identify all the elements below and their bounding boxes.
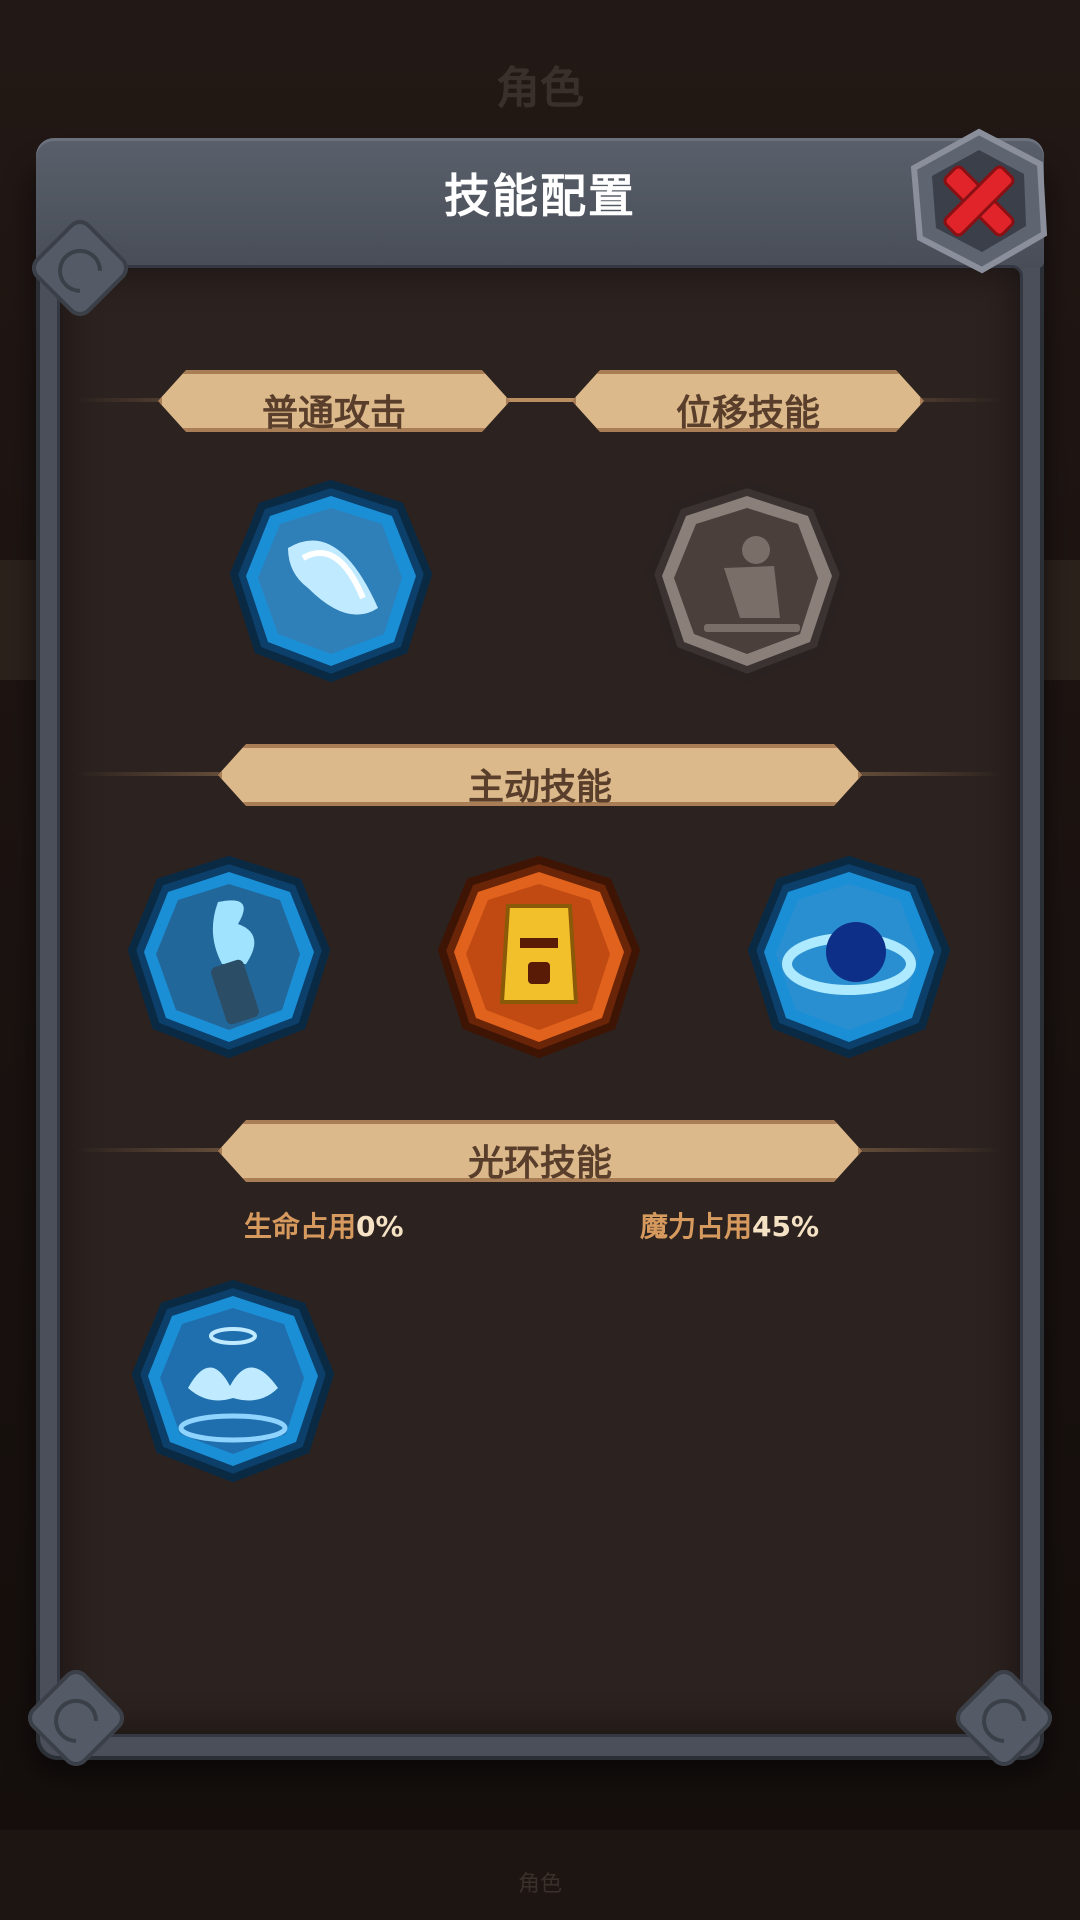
hp-usage-label: 生命占用 [244,1210,357,1243]
hp-usage-value: 0% [356,1210,404,1243]
golden-guardian-icon [437,855,641,1059]
vortex-orb-icon [747,855,951,1059]
active-skill-slot-1[interactable] [126,854,332,1060]
movement-skill-label: 位移技能 [675,393,820,434]
ice-bolt-icon [229,479,433,683]
active-skills-label: 主动技能 [467,767,612,808]
active-skill-slot-3[interactable] [746,854,952,1060]
active-skills-banner: 主动技能 [218,744,862,806]
background-title: 角色 [496,63,584,114]
close-icon [910,128,1048,274]
active-skill-slot-2[interactable] [436,854,642,1060]
background-tab-bar: 角色 [0,1830,1080,1920]
dialog-header: 技能配置 [36,138,1044,268]
movement-skill-banner: 位移技能 [572,370,924,432]
background-right-arrow-icon [1040,560,1080,680]
close-button[interactable] [904,126,1054,276]
dash-silhouette-icon [645,479,849,683]
basic-attack-banner: 普通攻击 [158,370,510,432]
hp-usage-stat: 生命占用0% [244,1205,404,1245]
mp-usage-label: 魔力占用 [640,1210,753,1243]
spirit-aura-icon [131,1279,335,1483]
basic-attack-skill-slot[interactable] [228,478,434,684]
mp-usage-value: 45% [752,1210,820,1243]
aura-skill-slot-1[interactable] [130,1278,336,1484]
frost-torch-icon [127,855,331,1059]
aura-skills-banner: 光环技能 [218,1120,862,1182]
aura-skills-label: 光环技能 [467,1143,612,1184]
basic-attack-label: 普通攻击 [261,393,406,434]
mp-usage-stat: 魔力占用45% [640,1205,819,1245]
dialog-title: 技能配置 [444,169,636,223]
background-left-arrow-icon [0,560,40,680]
background-tab-role: 角色 [517,1872,562,1897]
movement-skill-slot[interactable] [644,478,850,684]
